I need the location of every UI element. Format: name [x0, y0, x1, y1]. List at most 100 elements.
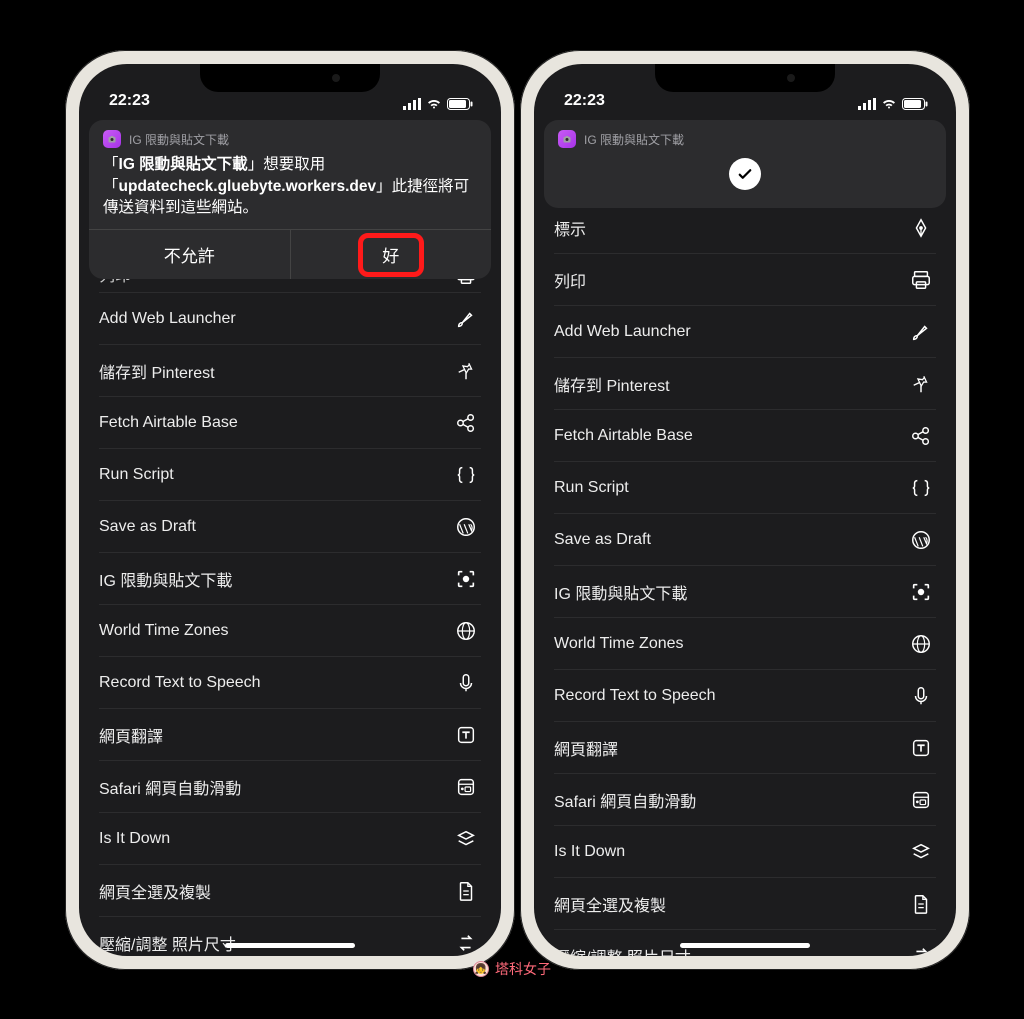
list-item[interactable]: World Time Zones — [99, 605, 481, 657]
banner-header: IG 限動與貼文下載 — [558, 130, 932, 148]
list-item-label: Is It Down — [99, 830, 451, 848]
notch — [200, 64, 380, 92]
brush-icon — [906, 321, 936, 343]
list-item-label: Is It Down — [554, 843, 906, 861]
repeat-icon — [906, 945, 936, 957]
share-sheet-list-right[interactable]: 標示列印 Add Web Launcher 儲存到 Pinterest Fetch A… — [534, 202, 956, 956]
wifi-icon — [881, 98, 897, 110]
wifi-icon — [426, 98, 442, 110]
share-sheet-list-left[interactable]: 列印Add Web Launcher儲存到 PinterestFetch Air… — [79, 259, 501, 956]
shortcut-app-icon — [558, 130, 576, 148]
list-item[interactable]: Is It Down — [554, 826, 936, 878]
list-item-label: Fetch Airtable Base — [99, 414, 451, 432]
list-item-label: Save as Draft — [99, 518, 451, 536]
list-item[interactable]: Save as Draft — [99, 501, 481, 553]
list-item[interactable]: IG 限動與貼文下載 — [99, 553, 481, 605]
braces-icon — [906, 477, 936, 499]
screen-left: 22:23 IG 限動與貼文下載 「IG 限動與貼文下載」想要取用「update… — [79, 64, 501, 956]
list-item[interactable]: Run Script — [554, 462, 936, 514]
list-item[interactable]: World Time Zones — [554, 618, 936, 670]
status-icons — [858, 98, 928, 110]
banner-check — [558, 154, 932, 200]
list-item-label: IG 限動與貼文下載 — [99, 567, 451, 591]
list-item[interactable]: 標示 — [554, 202, 936, 254]
layers-icon — [906, 841, 936, 863]
list-item-label: Add Web Launcher — [99, 310, 451, 328]
banner-header: IG 限動與貼文下載 — [103, 130, 477, 148]
capture-icon — [906, 581, 936, 603]
list-item[interactable]: Add Web Launcher — [99, 293, 481, 345]
home-indicator[interactable] — [680, 943, 810, 948]
battery-icon — [902, 98, 928, 110]
list-item[interactable]: Add Web Launcher — [554, 306, 936, 358]
browser-icon — [906, 789, 936, 811]
screen-right: 22:23 IG 限動與貼文下載 標示列印Add Web Launcher儲存到… — [534, 64, 956, 956]
wordpress-icon — [906, 529, 936, 551]
brush-icon — [451, 308, 481, 330]
list-item-label: 標示 — [554, 216, 906, 240]
list-item[interactable]: Fetch Airtable Base — [554, 410, 936, 462]
deny-button[interactable]: 不允許 — [89, 230, 290, 279]
list-item[interactable]: Record Text to Speech — [554, 670, 936, 722]
check-icon — [729, 158, 761, 190]
list-item[interactable]: 網頁全選及複製 — [99, 865, 481, 917]
confirmation-banner: IG 限動與貼文下載 — [544, 120, 946, 208]
wordpress-icon — [451, 516, 481, 538]
list-item-label: 網頁翻譯 — [554, 736, 906, 760]
list-item-label: 儲存到 Pinterest — [554, 372, 906, 396]
phone-frame-left: 22:23 IG 限動與貼文下載 「IG 限動與貼文下載」想要取用「update… — [65, 50, 515, 970]
list-item[interactable]: Record Text to Speech — [99, 657, 481, 709]
braces-icon — [451, 464, 481, 486]
print-icon — [906, 269, 936, 291]
list-item[interactable]: Safari 網頁自動滑動 — [99, 761, 481, 813]
list-item-label: 列印 — [554, 268, 906, 292]
banner-title: IG 限動與貼文下載 — [129, 131, 229, 148]
mic-icon — [451, 672, 481, 694]
list-item-label: Add Web Launcher — [554, 323, 906, 341]
t-square-icon — [451, 724, 481, 746]
list-item[interactable]: 儲存到 Pinterest — [554, 358, 936, 410]
list-item-label: 網頁翻譯 — [99, 723, 451, 747]
banner-title: IG 限動與貼文下載 — [584, 131, 684, 148]
list-item-label: Run Script — [99, 466, 451, 484]
layers-icon — [451, 828, 481, 850]
permission-banner: IG 限動與貼文下載 「IG 限動與貼文下載」想要取用「updatecheck.… — [89, 120, 491, 279]
list-item[interactable]: 網頁翻譯 — [99, 709, 481, 761]
list-item[interactable]: 網頁全選及複製 — [554, 878, 936, 930]
browser-icon — [451, 776, 481, 798]
list-item-label: Record Text to Speech — [99, 674, 451, 692]
list-item-label: IG 限動與貼文下載 — [554, 580, 906, 604]
list-item[interactable]: 儲存到 Pinterest — [99, 345, 481, 397]
list-item[interactable]: 列印 — [554, 254, 936, 306]
list-item-label: Safari 網頁自動滑動 — [554, 788, 906, 812]
banner-actions: 不允許 好 — [89, 229, 491, 279]
list-item-label: World Time Zones — [99, 622, 451, 640]
list-item[interactable]: IG 限動與貼文下載 — [554, 566, 936, 618]
cellular-icon — [403, 98, 421, 110]
list-item-label: 網頁全選及複製 — [99, 879, 451, 903]
list-item[interactable]: Fetch Airtable Base — [99, 397, 481, 449]
globe-icon — [451, 620, 481, 642]
watermark: 👧 塔科女子 — [473, 959, 551, 979]
phone-frame-right: 22:23 IG 限動與貼文下載 標示列印Add Web Launcher儲存到… — [520, 50, 970, 970]
mic-icon — [906, 685, 936, 707]
watermark-avatar: 👧 — [473, 961, 489, 977]
list-item-label: 儲存到 Pinterest — [99, 359, 451, 383]
list-item-label: Safari 網頁自動滑動 — [99, 775, 451, 799]
share-nodes-icon — [451, 412, 481, 434]
allow-button[interactable]: 好 — [290, 230, 492, 279]
doc-icon — [451, 880, 481, 902]
pin-icon — [451, 360, 481, 382]
list-item[interactable]: Is It Down — [99, 813, 481, 865]
list-item[interactable]: Run Script — [99, 449, 481, 501]
list-item-label: Save as Draft — [554, 531, 906, 549]
list-item[interactable]: 壓縮/調整 照片尺寸 — [99, 917, 481, 956]
list-item-label: World Time Zones — [554, 635, 906, 653]
list-item[interactable]: 網頁翻譯 — [554, 722, 936, 774]
list-item-label: 網頁全選及複製 — [554, 892, 906, 916]
list-item-label: Record Text to Speech — [554, 687, 906, 705]
list-item[interactable]: Safari 網頁自動滑動 — [554, 774, 936, 826]
home-indicator[interactable] — [225, 943, 355, 948]
status-icons — [403, 98, 473, 110]
list-item[interactable]: Save as Draft — [554, 514, 936, 566]
